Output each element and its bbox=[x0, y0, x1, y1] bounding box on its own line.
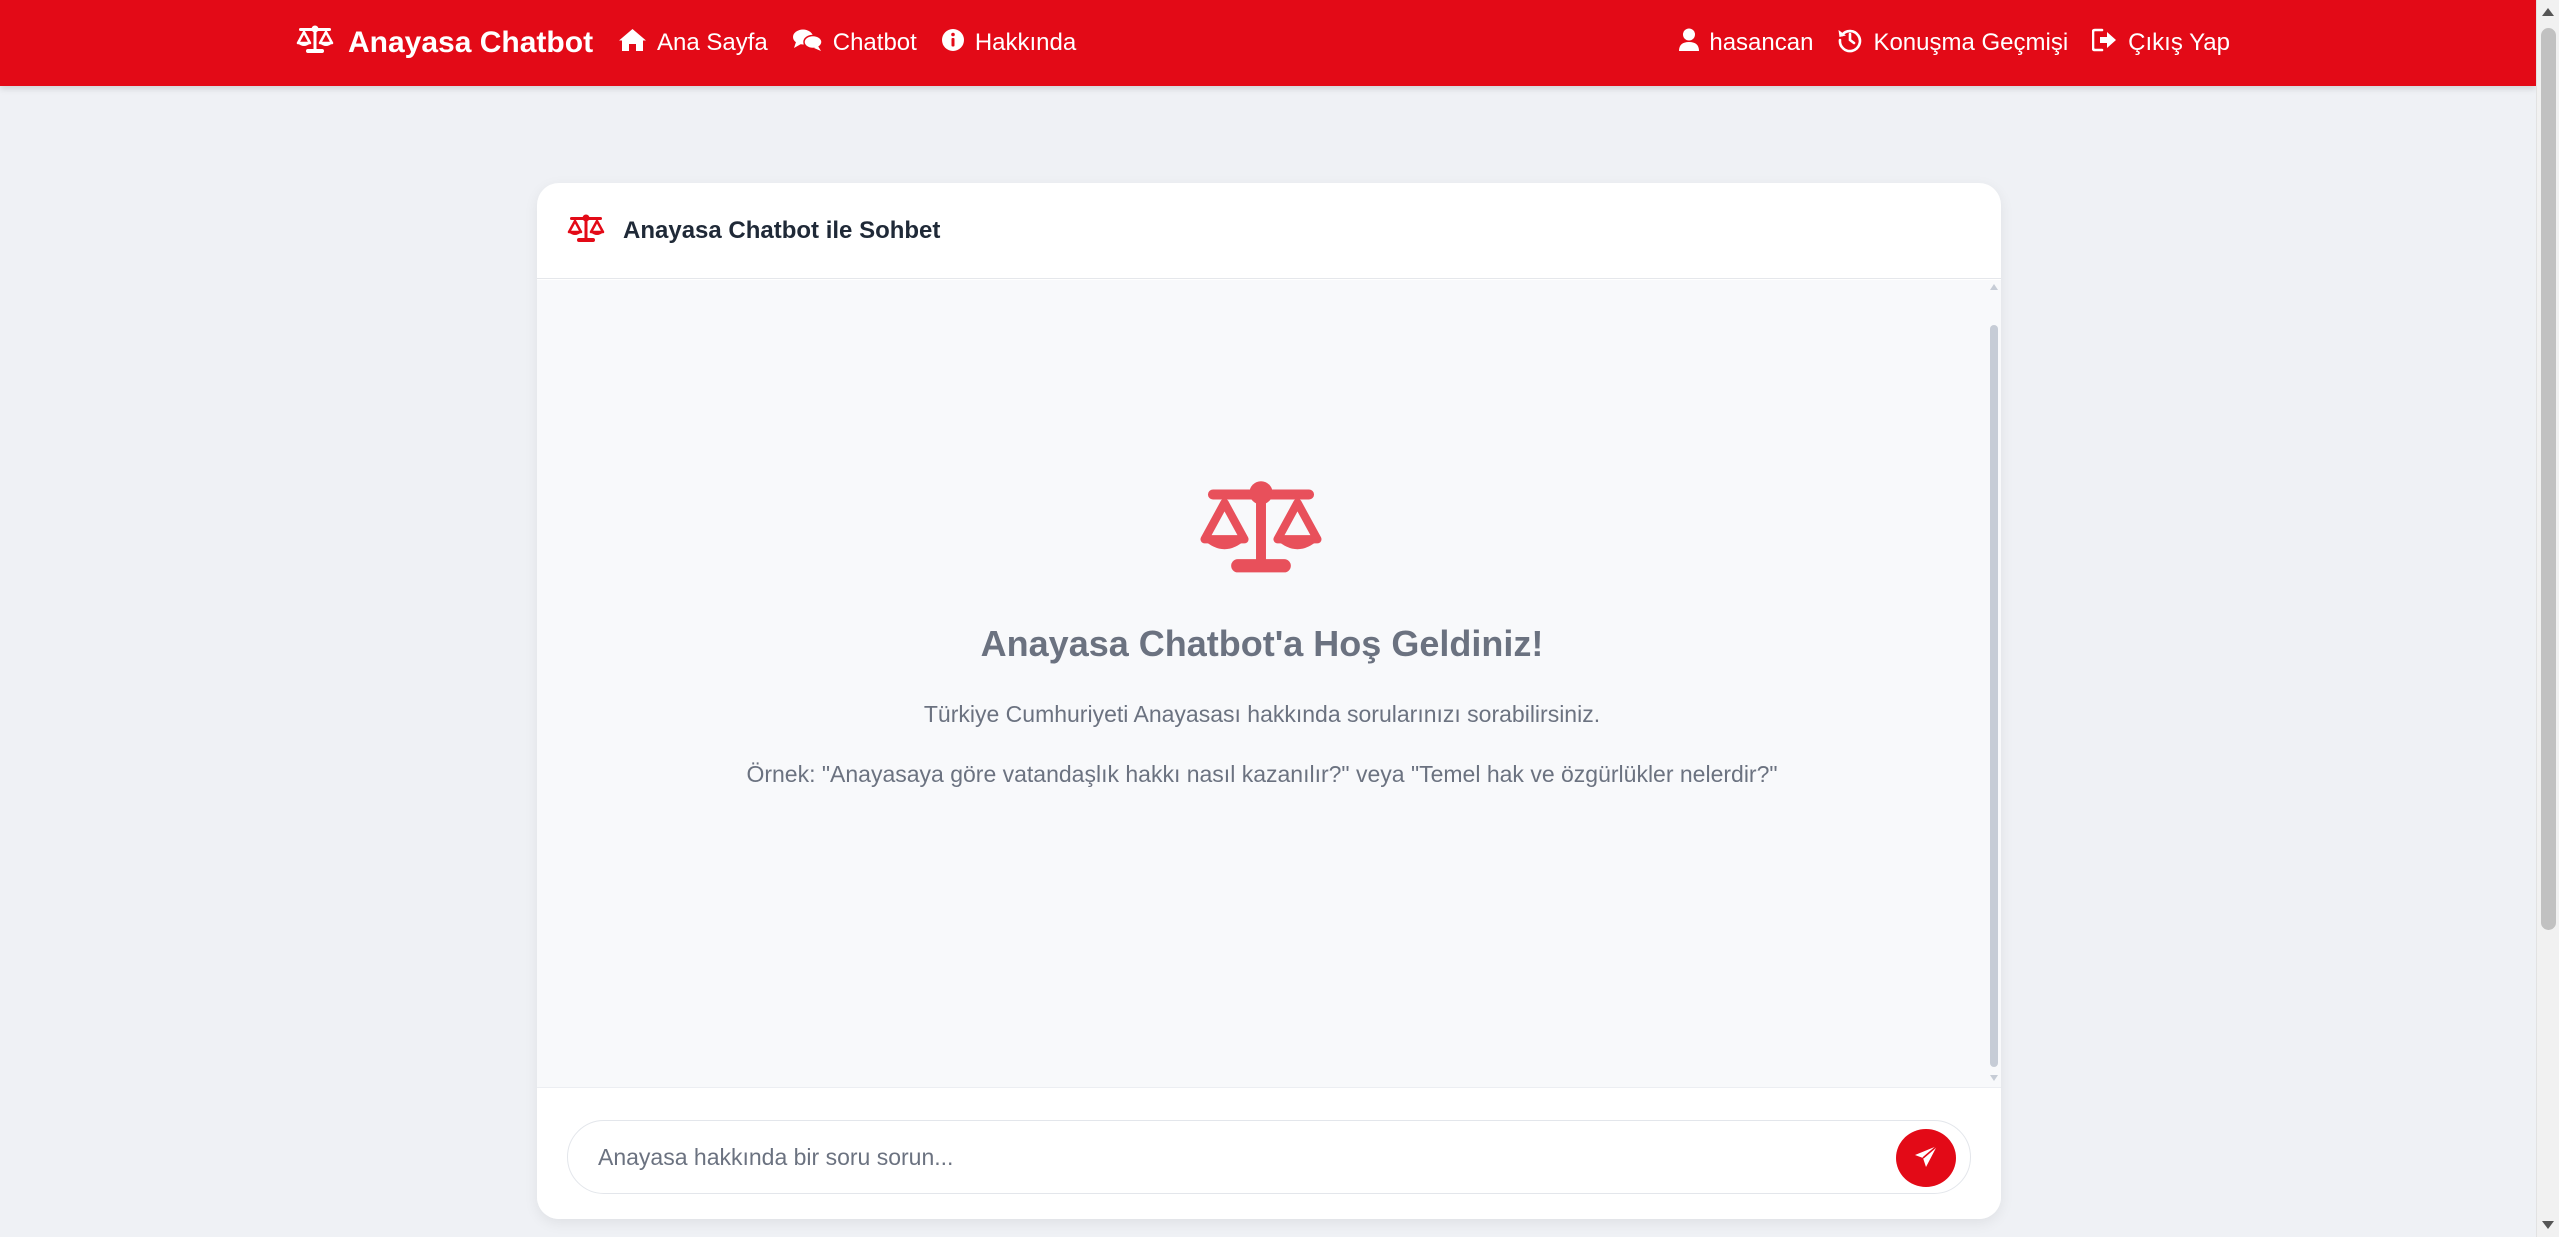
user-icon bbox=[1679, 28, 1700, 59]
nav-user-label: hasancan bbox=[1709, 29, 1814, 56]
chat-scroll-down-icon[interactable] bbox=[1990, 1075, 1998, 1081]
nav-logout-link[interactable]: Çıkış Yap bbox=[2091, 28, 2230, 59]
chat-input-wrapper bbox=[567, 1120, 1971, 1194]
page-scrollbar[interactable] bbox=[2536, 0, 2559, 1237]
nav-logout-label: Çıkış Yap bbox=[2128, 29, 2230, 56]
nav-chatbot-link[interactable]: Chatbot bbox=[792, 28, 917, 59]
nav-history-link[interactable]: Konuşma Geçmişi bbox=[1837, 27, 2068, 60]
chat-scroll-up-icon[interactable] bbox=[1990, 284, 1998, 290]
nav-right: hasancan Konuşma Geçmişi Çıkış Yap bbox=[1679, 0, 2230, 86]
scale-icon bbox=[296, 24, 334, 62]
info-icon bbox=[941, 28, 965, 59]
chat-input[interactable] bbox=[598, 1121, 1858, 1193]
chat-scrollbar[interactable] bbox=[1987, 280, 2001, 1088]
welcome-example: Örnek: "Anayasaya göre vatandaşlık hakkı… bbox=[746, 761, 1778, 787]
chat-card-title: Anayasa Chatbot ile Sohbet bbox=[623, 216, 941, 244]
nav-user-link[interactable]: hasancan bbox=[1679, 28, 1813, 59]
welcome-message: Anayasa Chatbot'a Hoş Geldiniz! Türkiye … bbox=[537, 280, 1987, 1088]
nav-about-link[interactable]: Hakkında bbox=[941, 28, 1076, 59]
send-button[interactable] bbox=[1896, 1129, 1956, 1187]
chat-card-header: Anayasa Chatbot ile Sohbet bbox=[537, 183, 2001, 279]
chat-messages-area[interactable]: Anayasa Chatbot'a Hoş Geldiniz! Türkiye … bbox=[537, 280, 2001, 1219]
brand-title: Anayasa Chatbot bbox=[348, 26, 594, 59]
scroll-down-icon[interactable] bbox=[2542, 1221, 2554, 1229]
chat-input-area bbox=[537, 1087, 2001, 1219]
nav-about-label: Hakkında bbox=[974, 29, 1077, 56]
scale-icon bbox=[567, 213, 605, 248]
comments-icon bbox=[792, 28, 823, 59]
welcome-scale-icon bbox=[1198, 476, 1324, 581]
paper-plane-icon bbox=[1913, 1144, 1939, 1173]
navbar: Anayasa Chatbot Ana Sayfa Chatbot Hakkın… bbox=[0, 0, 2536, 86]
nav-home-label: Ana Sayfa bbox=[657, 29, 768, 56]
nav-left: Ana Sayfa Chatbot Hakkında bbox=[618, 0, 1076, 86]
history-icon bbox=[1837, 27, 1863, 60]
welcome-title: Anayasa Chatbot'a Hoş Geldiniz! bbox=[980, 623, 1544, 664]
chat-card: Anayasa Chatbot ile Sohbet Anayasa Chatb… bbox=[537, 183, 2001, 1219]
scroll-up-icon[interactable] bbox=[2542, 8, 2554, 16]
brand-link[interactable]: Anayasa Chatbot bbox=[296, 0, 593, 86]
nav-history-label: Konuşma Geçmişi bbox=[1873, 29, 2069, 56]
home-icon bbox=[618, 28, 647, 59]
chat-scrollbar-thumb[interactable] bbox=[1990, 325, 1998, 1067]
nav-home-link[interactable]: Ana Sayfa bbox=[618, 28, 768, 59]
logout-icon bbox=[2091, 28, 2118, 59]
scrollbar-thumb[interactable] bbox=[2541, 28, 2556, 930]
welcome-text: Türkiye Cumhuriyeti Anayasası hakkında s… bbox=[923, 701, 1601, 727]
nav-chatbot-label: Chatbot bbox=[832, 29, 917, 56]
